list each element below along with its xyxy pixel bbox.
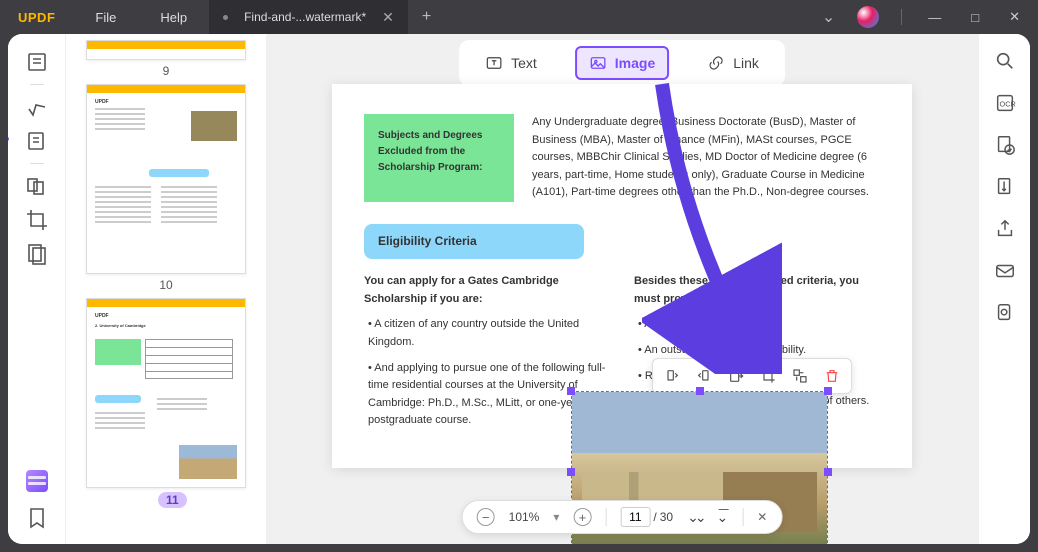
resize-handle[interactable] [567, 387, 575, 395]
zoom-percent: 101% [509, 510, 540, 524]
link-tool-button[interactable]: Link [695, 48, 771, 78]
thumbnail-page-10[interactable]: UPDF [86, 84, 246, 274]
bookmark-icon[interactable] [25, 506, 49, 530]
crop-tool-icon[interactable] [25, 208, 49, 232]
left-rail [8, 34, 66, 544]
thumbnail-panel: 9 UPDF 10 UPDF [66, 34, 266, 544]
close-bar-icon[interactable]: ✕ [757, 510, 767, 524]
new-tab-button[interactable]: + [408, 8, 445, 26]
crop-image-icon[interactable] [757, 365, 779, 387]
thumb-label: 9 [86, 64, 246, 78]
text-tool-button[interactable]: Text [473, 48, 549, 78]
bullet-text: • An outstanding intellectual ability. [638, 342, 880, 360]
menu-file[interactable]: File [73, 10, 138, 25]
thumb-label-active: 11 [158, 492, 187, 508]
window-close-button[interactable]: ✕ [1005, 9, 1024, 25]
rotate-left-icon[interactable] [661, 365, 683, 387]
search-icon[interactable] [994, 50, 1016, 72]
resize-handle[interactable] [567, 468, 575, 476]
right-rail: OCR [978, 34, 1030, 544]
document-viewport: Text Image Link Subjects and Degrees Exc… [266, 34, 978, 544]
replace-image-icon[interactable] [789, 365, 811, 387]
share-icon[interactable] [994, 218, 1016, 240]
menu-help[interactable]: Help [138, 10, 209, 25]
zoom-in-button[interactable]: + [573, 508, 591, 526]
layers-icon[interactable] [26, 470, 48, 492]
titlebar: UPDF File Help Find-and-...watermark* ✕ … [0, 0, 1038, 34]
print-icon[interactable] [994, 302, 1016, 324]
zoom-pagination-bar: − 101% ▾ + / 30 ⌄⌄ ⌄ ✕ [462, 500, 783, 534]
jump-last-icon[interactable]: ⌄ [717, 509, 729, 526]
tool-label: Text [511, 55, 537, 71]
tool-label: Image [615, 55, 655, 71]
jump-next-icon[interactable]: ⌄⌄ [687, 509, 702, 526]
document-tab[interactable]: Find-and-...watermark* ✕ [209, 0, 408, 34]
email-icon[interactable] [994, 260, 1016, 282]
edit-toolbar: Text Image Link [459, 40, 785, 86]
extract-image-icon[interactable] [725, 365, 747, 387]
convert-icon[interactable] [994, 134, 1016, 156]
window-minimize-button[interactable]: — [924, 10, 945, 25]
page-tool-icon[interactable] [25, 242, 49, 266]
thumbnail-page-11[interactable]: UPDF 2. University of Cambridge [86, 298, 246, 488]
compress-icon[interactable] [994, 176, 1016, 198]
edit-tool-icon[interactable] [25, 129, 49, 153]
besides-heading: Besides these aforementioned criteria, y… [634, 273, 880, 308]
divider [901, 9, 902, 25]
thumb-label: 10 [86, 278, 246, 292]
chevron-down-icon[interactable]: ▾ [553, 510, 559, 524]
comment-tool-icon[interactable] [25, 95, 49, 119]
zoom-out-button[interactable]: − [477, 508, 495, 526]
tab-title: Find-and-...watermark* [244, 10, 366, 24]
image-tool-button[interactable]: Image [575, 46, 669, 80]
page-total: 30 [660, 510, 673, 524]
image-context-toolbar [652, 358, 852, 394]
reader-mode-icon[interactable] [25, 50, 49, 74]
bullet-text: • A citizen of any country outside the U… [368, 316, 610, 351]
degrees-text: Any Undergraduate degree, Business Docto… [532, 114, 880, 202]
delete-image-icon[interactable] [821, 365, 843, 387]
apply-heading: You can apply for a Gates Cambridge Scho… [364, 273, 610, 308]
divider [605, 508, 606, 526]
rotate-right-icon[interactable] [693, 365, 715, 387]
bullet-text: • Academic excellence. [638, 316, 880, 334]
thumbnail-page-9[interactable] [86, 40, 246, 60]
page-number-input[interactable] [620, 507, 650, 527]
page-input-group: / 30 [620, 507, 673, 527]
eligibility-heading: Eligibility Criteria [364, 224, 584, 259]
app-logo: UPDF [0, 10, 73, 25]
divider [30, 163, 44, 164]
user-avatar[interactable] [857, 6, 879, 28]
app-frame: 9 UPDF 10 UPDF [8, 34, 1030, 544]
ocr-icon[interactable]: OCR [994, 92, 1016, 114]
resize-handle[interactable] [824, 468, 832, 476]
tool-label: Link [733, 55, 759, 71]
window-maximize-button[interactable]: □ [967, 10, 983, 25]
divider [30, 84, 44, 85]
organize-pages-icon[interactable] [25, 174, 49, 198]
resize-handle[interactable] [696, 387, 704, 395]
divider [742, 508, 743, 526]
page-separator: / [653, 510, 656, 524]
resize-handle[interactable] [824, 387, 832, 395]
tab-close-icon[interactable]: ✕ [382, 9, 394, 26]
tab-indicator-icon [223, 15, 228, 20]
excluded-degrees-box: Subjects and Degrees Excluded from the S… [364, 114, 514, 202]
svg-text:OCR: OCR [999, 100, 1015, 109]
titlebar-chevron-icon[interactable]: ⌄ [822, 7, 835, 27]
